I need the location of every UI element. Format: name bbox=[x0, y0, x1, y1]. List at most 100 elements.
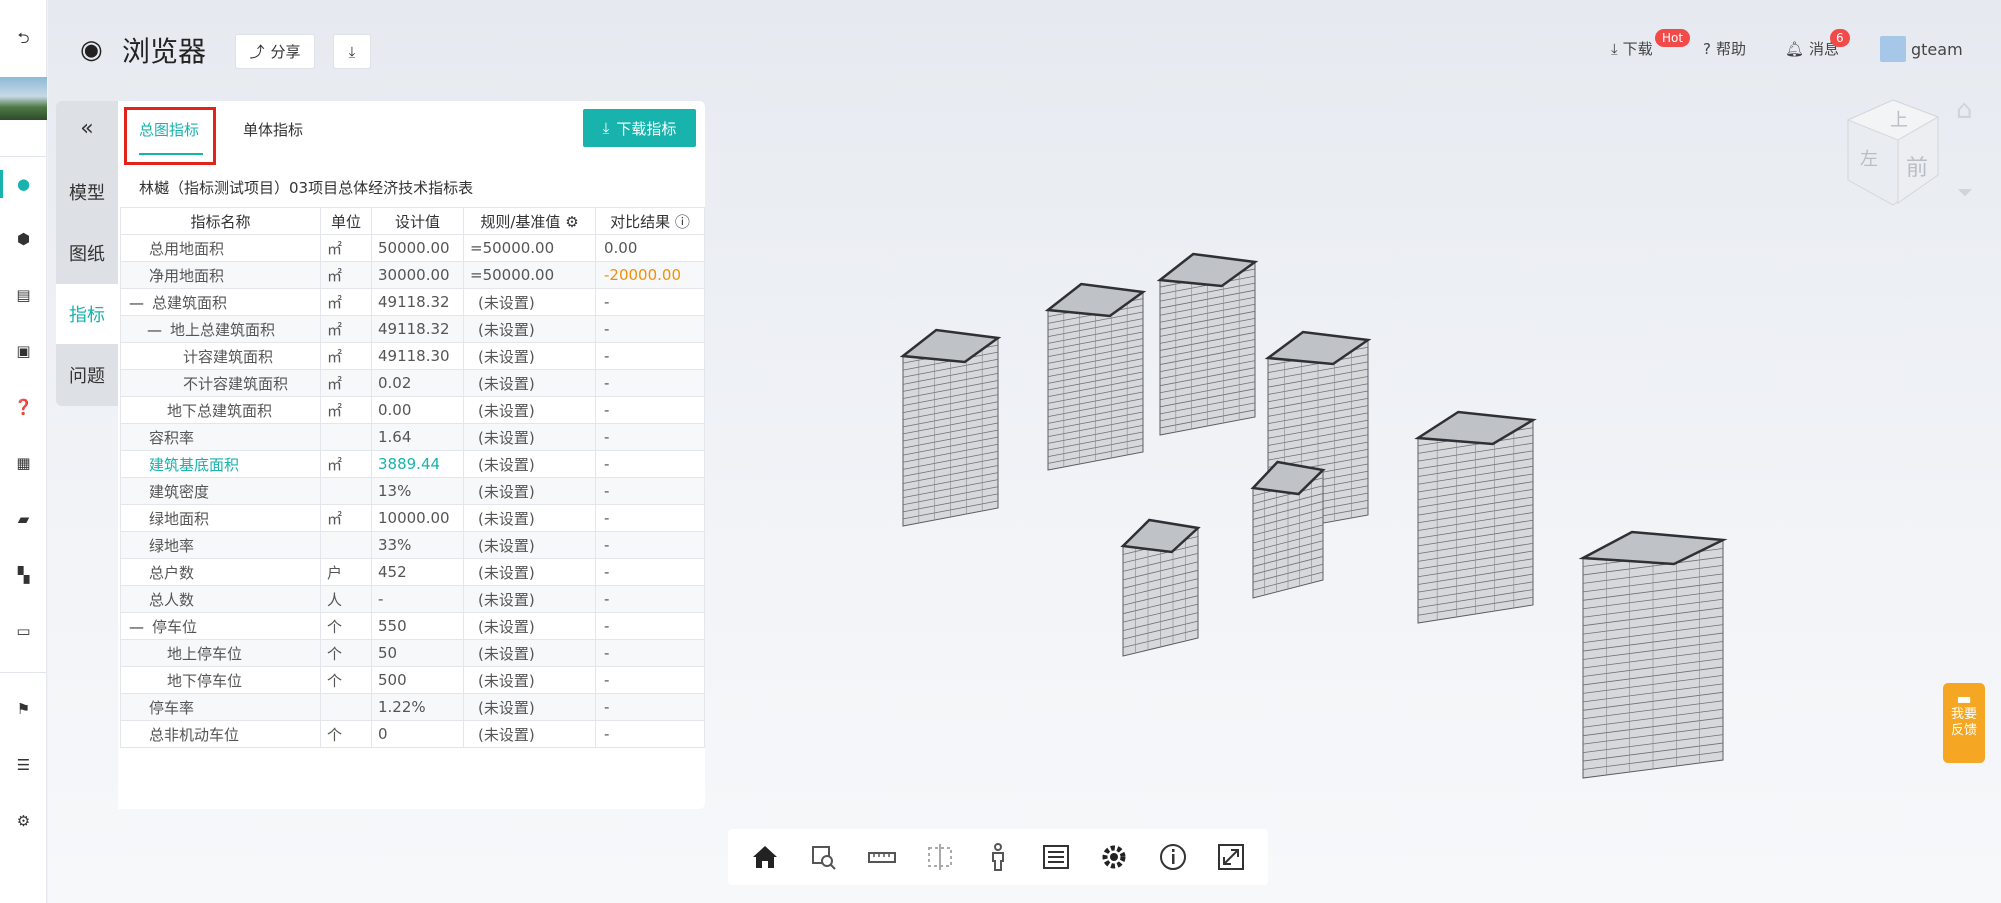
home-icon[interactable] bbox=[745, 837, 785, 877]
view-dropdown-icon[interactable]: ⏷ bbox=[1957, 180, 1973, 204]
col-header-result: 对比结果 ⓘ bbox=[595, 207, 705, 235]
metric-value-cell: 0.02 bbox=[371, 369, 464, 397]
database-nav-icon[interactable]: ☰ bbox=[0, 748, 47, 782]
briefcase-nav-icon[interactable]: ▰ bbox=[0, 502, 47, 536]
avatar bbox=[1880, 36, 1906, 62]
metric-value-cell: 49118.32 bbox=[371, 315, 464, 343]
metric-unit-cell: ㎡ bbox=[320, 396, 372, 424]
metric-unit-cell: ㎡ bbox=[320, 369, 372, 397]
chart-nav-icon[interactable]: ▦ bbox=[0, 446, 47, 480]
feedback-button[interactable]: ▬ 我要 反馈 bbox=[1943, 683, 1985, 763]
table-row: 不计容建筑面积 ㎡ 0.02 (未设置) - bbox=[120, 369, 705, 397]
metrics-panel: 总图指标 单体指标 ⤓ 下载指标 林樾（指标测试项目）03项目总体经济技术指标表… bbox=[118, 101, 705, 809]
back-icon[interactable]: ⮌ bbox=[0, 23, 47, 57]
metric-result-cell: - bbox=[595, 585, 705, 613]
document-nav-icon[interactable]: ▤ bbox=[0, 278, 47, 312]
tab-metrics[interactable]: 指标 bbox=[56, 284, 118, 344]
metric-rule-cell: =50000.00 bbox=[463, 234, 596, 262]
user-menu[interactable]: gteam bbox=[1880, 36, 1963, 62]
download-icon: ⤓ bbox=[602, 119, 610, 137]
table-row: 建筑密度 13% (未设置) - bbox=[120, 477, 705, 505]
building-model[interactable] bbox=[1156, 252, 1259, 436]
collapse-panel-icon[interactable]: « bbox=[56, 101, 118, 156]
person-walk-icon[interactable] bbox=[978, 837, 1018, 877]
help-link[interactable]: ? 帮助 bbox=[1703, 38, 1746, 59]
project-thumbnail[interactable] bbox=[0, 77, 47, 120]
metric-name-cell: 总人数 bbox=[120, 585, 321, 613]
metric-name: 总建筑面积 bbox=[152, 293, 228, 312]
metric-value-cell: 13% bbox=[371, 477, 464, 505]
metric-name: 绿地面积 bbox=[149, 509, 210, 528]
apps-nav-icon[interactable]: ▚ bbox=[0, 558, 47, 592]
table-row: — 地上总建筑面积 ㎡ 49118.32 (未设置) - bbox=[120, 315, 705, 343]
metric-value-cell: 50000.00 bbox=[371, 234, 464, 262]
browser-nav-icon[interactable]: ● bbox=[0, 167, 47, 201]
table-row: 地下总建筑面积 ㎡ 0.00 (未设置) - bbox=[120, 396, 705, 424]
col-header-unit: 单位 bbox=[320, 207, 372, 235]
settings-nav-icon[interactable]: ⚙ bbox=[0, 804, 47, 838]
feedback-label-2: 反馈 bbox=[1950, 723, 1977, 738]
metric-name-cell: 停车率 bbox=[120, 693, 321, 721]
download-link[interactable]: ⤓ 下载 bbox=[1611, 38, 1653, 59]
cube-front-face: 前 bbox=[1906, 156, 1928, 181]
metric-value-cell: 452 bbox=[371, 558, 464, 586]
tab-issues[interactable]: 问题 bbox=[56, 345, 118, 405]
metric-result-cell: - bbox=[595, 450, 705, 478]
table-row: 总人数人 - (未设置) - bbox=[120, 585, 705, 613]
metric-name-cell: 不计容建筑面积 bbox=[120, 369, 321, 397]
tab-drawings[interactable]: 图纸 bbox=[56, 223, 118, 283]
presentation-nav-icon[interactable]: ▭ bbox=[0, 614, 47, 648]
metric-name: 绿地率 bbox=[149, 536, 195, 555]
building-model[interactable] bbox=[1250, 460, 1326, 599]
side-tabs: « 模型 图纸 指标 问题 bbox=[56, 101, 118, 406]
metric-name-cell: 总户数 bbox=[120, 558, 321, 586]
building-model[interactable] bbox=[899, 328, 1002, 527]
collapse-toggle-icon[interactable]: — bbox=[147, 321, 162, 339]
building-model[interactable] bbox=[1578, 530, 1728, 779]
bell-icon: 🔔︎ bbox=[1785, 39, 1805, 58]
ruler-icon[interactable] bbox=[862, 837, 902, 877]
home-view-icon[interactable]: ⌂ bbox=[1956, 95, 1973, 125]
info-icon[interactable]: ⓘ bbox=[675, 213, 690, 231]
metric-unit-cell: ㎡ bbox=[320, 261, 372, 289]
metric-unit-cell: ㎡ bbox=[320, 450, 372, 478]
metric-unit-cell: ㎡ bbox=[320, 288, 372, 316]
settings-icon[interactable] bbox=[1094, 837, 1134, 877]
section-plane-icon[interactable] bbox=[920, 837, 960, 877]
building-model[interactable] bbox=[1044, 282, 1147, 471]
view-cube[interactable]: 上 前 左 bbox=[1838, 95, 1948, 214]
metric-name: 净用地面积 bbox=[149, 266, 225, 285]
collapse-toggle-icon[interactable]: — bbox=[129, 294, 144, 312]
metric-name-cell: — 停车位 bbox=[120, 612, 321, 640]
tab-total-metrics[interactable]: 总图指标 bbox=[139, 119, 199, 140]
metric-name-cell: 地下停车位 bbox=[120, 666, 321, 694]
download-icon: ⤓ bbox=[348, 42, 356, 61]
metric-rule-cell: (未设置) bbox=[463, 531, 596, 559]
collapse-toggle-icon[interactable]: — bbox=[129, 618, 144, 636]
col-header-name: 指标名称 bbox=[120, 207, 321, 235]
metric-value-cell: 49118.32 bbox=[371, 288, 464, 316]
table-row: 绿地率 33% (未设置) - bbox=[120, 531, 705, 559]
metric-result-cell: - bbox=[595, 504, 705, 532]
gear-icon[interactable]: ⚙ bbox=[565, 213, 578, 231]
zoom-window-icon[interactable] bbox=[803, 837, 843, 877]
properties-list-icon[interactable] bbox=[1036, 837, 1076, 877]
share-button[interactable]: ⤴ 分享 bbox=[235, 34, 315, 69]
fullscreen-icon[interactable] bbox=[1211, 837, 1251, 877]
help-nav-icon[interactable]: ❓ bbox=[0, 390, 47, 424]
flag-nav-icon[interactable]: ⚑ bbox=[0, 692, 47, 726]
building-nav-icon[interactable]: ▣ bbox=[0, 334, 47, 368]
tab-single-metrics[interactable]: 单体指标 bbox=[243, 119, 303, 140]
tab-model[interactable]: 模型 bbox=[56, 162, 118, 222]
info-icon[interactable] bbox=[1153, 837, 1193, 877]
building-model[interactable] bbox=[1120, 518, 1201, 657]
app-brand: ◉ 浏览器 bbox=[80, 30, 206, 70]
download-icon-button[interactable]: ⤓ bbox=[333, 34, 371, 69]
metric-name-cell: — 地上总建筑面积 bbox=[120, 315, 321, 343]
metric-name-cell: 建筑密度 bbox=[120, 477, 321, 505]
download-metrics-button[interactable]: ⤓ 下载指标 bbox=[583, 109, 696, 147]
model-nav-icon[interactable]: ⬢ bbox=[0, 222, 47, 256]
metric-rule-cell: (未设置) bbox=[463, 396, 596, 424]
building-model[interactable] bbox=[1414, 410, 1537, 624]
metric-value-cell: 30000.00 bbox=[371, 261, 464, 289]
